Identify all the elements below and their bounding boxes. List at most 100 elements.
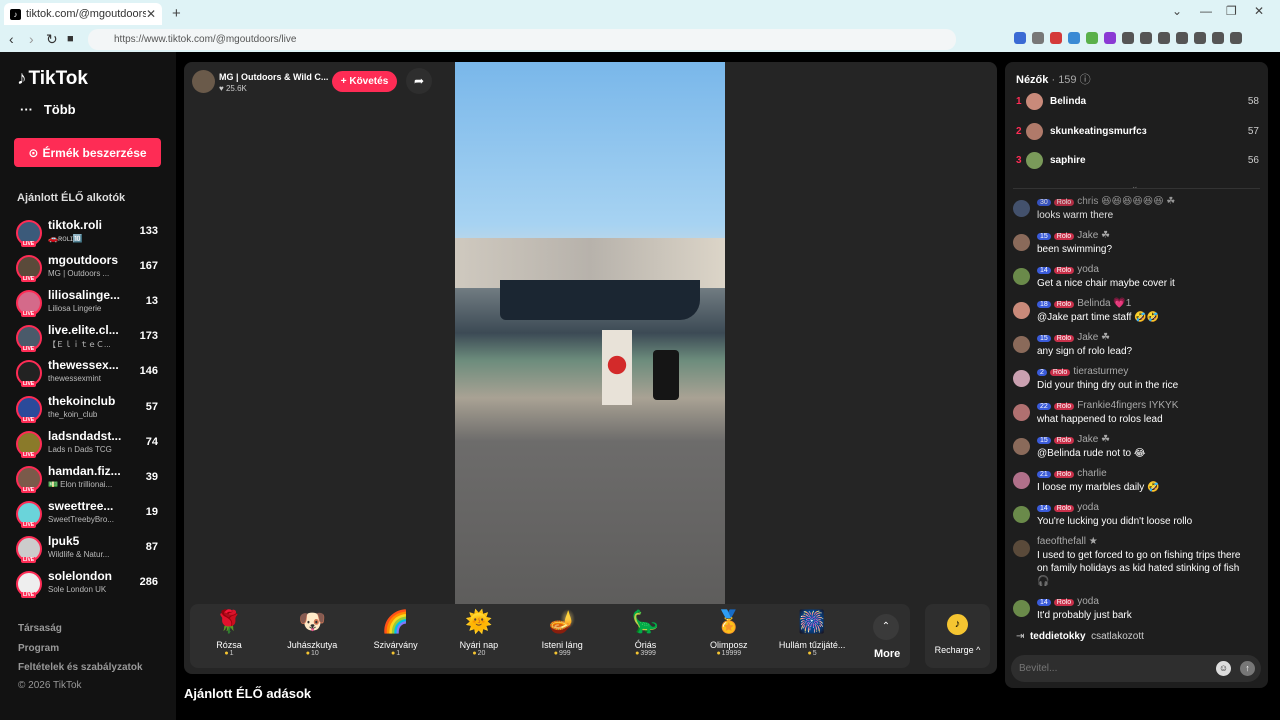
chat-username[interactable]: yoda <box>1077 264 1099 275</box>
footer-link-program[interactable]: Program <box>18 643 59 654</box>
send-icon[interactable]: ↑ <box>1240 661 1255 676</box>
chat-username[interactable]: faeofthefall ★ <box>1037 536 1098 547</box>
recharge-button[interactable]: ♪ Recharge ^ <box>925 604 990 668</box>
ai-icon[interactable] <box>1194 32 1206 44</box>
chevron-down-icon[interactable]: ⌄ <box>1131 181 1139 192</box>
chat-avatar[interactable] <box>1013 234 1030 251</box>
wallet-icon[interactable] <box>1176 32 1188 44</box>
extension-icon[interactable] <box>1086 32 1098 44</box>
sidebar-channel-item[interactable]: LIVE live.elite.cl... 【ＥｌｉｔｅＣ... 173 <box>16 322 166 354</box>
follow-button[interactable]: + Követés <box>332 71 397 92</box>
viewer-name: saphire <box>1050 155 1086 166</box>
sidebar-channel-item[interactable]: LIVE thewessex... thewessexmint 146 <box>16 357 166 389</box>
shield-icon[interactable] <box>1212 32 1224 44</box>
sidebar-channel-item[interactable]: LIVE solelondon Sole London UK 286 <box>16 568 166 600</box>
chat-username[interactable]: Belinda 💗1 <box>1077 298 1131 309</box>
chat-username[interactable]: chris 😆😆😆😆😆😆 ☘ <box>1077 196 1175 207</box>
gift-item[interactable]: 🪔 Isteni láng999 <box>522 608 602 668</box>
extension-icon[interactable] <box>1068 32 1080 44</box>
chat-avatar[interactable] <box>1013 200 1030 217</box>
chat-username[interactable]: Jake ☘ <box>1077 434 1110 445</box>
emoji-icon[interactable]: ☺ <box>1216 661 1231 676</box>
footer-link-terms[interactable]: Feltételek és szabályzatok <box>18 662 143 673</box>
chat-username[interactable]: yoda <box>1077 502 1099 513</box>
chat-avatar[interactable] <box>1013 438 1030 455</box>
host-name[interactable]: MG | Outdoors & Wild C... <box>219 72 329 82</box>
reload-icon[interactable]: ↻ <box>46 31 58 48</box>
gift-item[interactable]: 🎆 Hullám tűzijáté...5 <box>772 608 852 668</box>
help-icon[interactable]: ⓘ <box>1080 74 1091 86</box>
get-coins-button[interactable]: ⊙ Érmék beszerzése <box>14 138 161 167</box>
share-icon[interactable]: ➦ <box>406 68 432 94</box>
chat-username[interactable]: yoda <box>1077 596 1099 607</box>
close-tab-icon[interactable]: ✕ <box>146 7 156 21</box>
level-badge: 15 <box>1037 335 1051 342</box>
gift-price: 20 <box>439 650 519 657</box>
gift-item[interactable]: 🌹 Rózsa1 <box>189 608 269 668</box>
gift-price: 10 <box>272 650 352 657</box>
recharge-label: Recharge ^ <box>934 645 981 655</box>
chat-avatar[interactable] <box>1013 472 1030 489</box>
gift-item[interactable]: 🌞 Nyári nap20 <box>439 608 519 668</box>
extension-icon[interactable] <box>1140 32 1152 44</box>
sidebar-channel-item[interactable]: LIVE hamdan.fiz... 💵 Elon trillionai... 39 <box>16 463 166 495</box>
translate-icon[interactable] <box>1014 32 1026 44</box>
bookmark-icon[interactable]: ■ <box>67 33 74 45</box>
host-avatar[interactable] <box>192 70 215 93</box>
gift-item[interactable]: 🐶 Juhászkutya10 <box>272 608 352 668</box>
chat-username[interactable]: charlie <box>1077 468 1106 479</box>
sidebar-channel-item[interactable]: LIVE tiktok.roli 🚗ʀᴏʟɪ🔟 133 <box>16 217 166 249</box>
forward-icon[interactable]: › <box>29 31 34 47</box>
chat-avatar[interactable] <box>1013 268 1030 285</box>
gift-item[interactable]: 🏅 Olimposz19999 <box>689 608 769 668</box>
level-badge: 22 <box>1037 403 1051 410</box>
chat-avatar[interactable] <box>1013 600 1030 617</box>
top-viewer-row[interactable]: 2 skunkeatingsmurfcз 57 <box>1016 122 1259 142</box>
live-video[interactable] <box>455 62 725 604</box>
top-viewer-row[interactable]: 1 Belinda 58 <box>1016 92 1259 112</box>
chevron-up-icon[interactable]: ⌃ <box>873 614 899 640</box>
chat-text: @Jake part time staff 🤣🤣 <box>1037 312 1160 323</box>
close-window-button[interactable]: ✕ <box>1254 4 1264 18</box>
tab-search-icon[interactable]: ⌄ <box>1172 4 1182 18</box>
chat-username[interactable]: Frankie4fingers IYKYK <box>1077 400 1178 411</box>
sidebar-channel-item[interactable]: LIVE lpuk5 Wildlife & Natur... 87 <box>16 533 166 565</box>
chat-username[interactable]: tierasturmey <box>1073 366 1128 377</box>
chat-avatar[interactable] <box>1013 506 1030 523</box>
chat-avatar[interactable] <box>1013 404 1030 421</box>
gift-item[interactable]: 🦕 Óriás3999 <box>606 608 686 668</box>
extension-icon[interactable] <box>1104 32 1116 44</box>
chat-avatar[interactable] <box>1013 302 1030 319</box>
sidebar-channel-item[interactable]: LIVE thekoinclub the_koin_club 57 <box>16 393 166 425</box>
sidebar-channel-item[interactable]: LIVE mgoutdoors MG | Outdoors ... 167 <box>16 252 166 284</box>
menu-icon[interactable] <box>1230 32 1242 44</box>
chat-username[interactable]: Jake ☘ <box>1077 230 1110 241</box>
tiktok-logo[interactable]: ♪ TikTok <box>17 68 88 90</box>
address-bar[interactable]: https://www.tiktok.com/@mgoutdoors/live <box>88 29 956 50</box>
more-gifts-button[interactable]: More <box>874 648 900 660</box>
more-menu[interactable]: ··· Több <box>20 102 76 117</box>
gift-item[interactable]: 🌈 Szivárvány1 <box>356 608 436 668</box>
chat-input[interactable] <box>1019 660 1209 677</box>
chat-avatar[interactable] <box>1013 540 1030 557</box>
brand-name: TikTok <box>28 68 88 89</box>
footer-link-company[interactable]: Társaság <box>18 623 62 634</box>
new-tab-button[interactable]: + <box>172 5 181 22</box>
sidebar-channel-item[interactable]: LIVE liliosalinge... Liliosa Lingerie 13 <box>16 287 166 319</box>
sidebar-icon[interactable] <box>1158 32 1170 44</box>
sidebar-channel-item[interactable]: LIVE ladsndadst... Lads n Dads TCG 74 <box>16 428 166 460</box>
chat-avatar[interactable] <box>1013 336 1030 353</box>
back-icon[interactable]: ‹ <box>9 31 14 47</box>
hls-icon[interactable] <box>1050 32 1062 44</box>
viewers-header[interactable]: Nézők · 159 ⓘ <box>1016 71 1091 87</box>
minimize-button[interactable]: — <box>1200 4 1212 18</box>
browser-tab[interactable]: ♪ tiktok.com/@mgoutdoors/live✕ <box>4 3 162 25</box>
chat-username[interactable]: Jake ☘ <box>1077 332 1110 343</box>
maximize-button[interactable]: ❐ <box>1226 4 1237 18</box>
puzzle-icon[interactable] <box>1122 32 1134 44</box>
top-viewer-row[interactable]: 3 saphire 56 <box>1016 151 1259 171</box>
chat-avatar[interactable] <box>1013 370 1030 387</box>
sidebar-channel-item[interactable]: LIVE sweettree... SweetTreebyBro... 19 <box>16 498 166 530</box>
extension-icon[interactable] <box>1032 32 1044 44</box>
level-badge: 14 <box>1037 267 1051 274</box>
